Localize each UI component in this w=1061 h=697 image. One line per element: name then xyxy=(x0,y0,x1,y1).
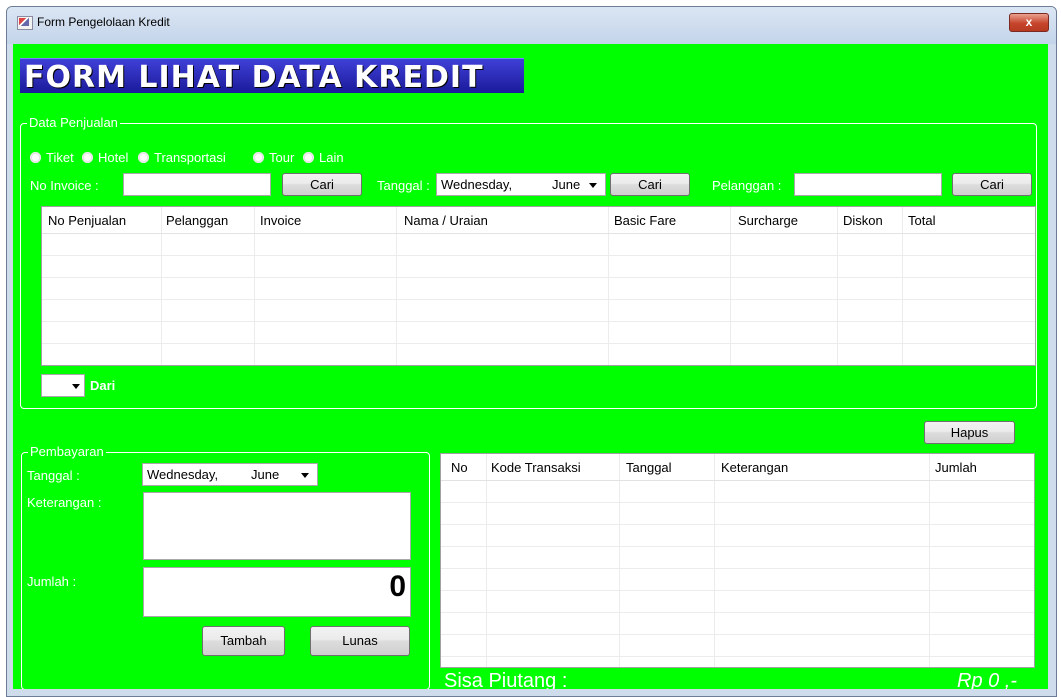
chevron-down-icon[interactable] xyxy=(301,473,309,478)
date-month-text: June xyxy=(251,467,280,482)
column-header[interactable]: Keterangan xyxy=(721,460,788,475)
radio-label: Lain xyxy=(319,150,344,165)
jumlah-input[interactable]: 0 xyxy=(143,567,411,617)
date-day-text: Wednesday, xyxy=(147,467,219,482)
app-icon xyxy=(17,16,33,30)
jumlah-value: 0 xyxy=(389,570,406,603)
column-header[interactable]: Jumlah xyxy=(935,460,977,475)
radio-transportasi[interactable]: Transportasi xyxy=(138,150,226,165)
transaksi-table-header: No Kode Transaksi Tanggal Keterangan Jum… xyxy=(441,454,1034,481)
column-header[interactable]: No xyxy=(451,460,468,475)
radio-label: Hotel xyxy=(98,150,129,165)
column-header[interactable]: Diskon xyxy=(843,213,883,228)
radio-label: Tiket xyxy=(46,150,74,165)
radio-dot-icon xyxy=(30,152,41,163)
form-client-area: FORM LIHAT DATA KREDIT Data Penjualan Ti… xyxy=(13,44,1048,689)
radio-dot-icon xyxy=(253,152,264,163)
radio-dot-icon xyxy=(82,152,93,163)
radio-dot-icon xyxy=(138,152,149,163)
transaksi-table[interactable]: No Kode Transaksi Tanggal Keterangan Jum… xyxy=(440,453,1035,668)
pembayaran-tanggal-label: Tanggal : xyxy=(27,468,80,483)
data-penjualan-legend: Data Penjualan xyxy=(27,115,120,130)
tambah-button[interactable]: Tambah xyxy=(202,626,285,656)
dari-dropdown[interactable] xyxy=(41,374,85,397)
cari-invoice-button[interactable]: Cari xyxy=(282,173,362,196)
window-title: Form Pengelolaan Kredit xyxy=(37,15,170,29)
keterangan-textarea[interactable] xyxy=(143,492,411,560)
radio-tiket[interactable]: Tiket xyxy=(30,150,74,165)
keterangan-label: Keterangan : xyxy=(27,495,102,510)
radio-label: Tour xyxy=(269,150,295,165)
penjualan-table[interactable]: No Penjualan Pelanggan Invoice Nama / Ur… xyxy=(41,206,1036,366)
app-window: Form Pengelolaan Kredit x FORM LIHAT DAT… xyxy=(6,6,1057,697)
chevron-down-icon xyxy=(72,384,80,389)
column-header[interactable]: Basic Fare xyxy=(614,213,676,228)
radio-hotel[interactable]: Hotel xyxy=(82,150,128,165)
cari-pelanggan-button[interactable]: Cari xyxy=(952,173,1032,196)
form-banner: FORM LIHAT DATA KREDIT xyxy=(20,58,524,95)
column-header[interactable]: Nama / Uraian xyxy=(404,213,488,228)
column-header[interactable]: Surcharge xyxy=(738,213,798,228)
no-invoice-input[interactable] xyxy=(123,173,271,196)
column-header[interactable]: Invoice xyxy=(260,213,301,228)
pembayaran-legend: Pembayaran xyxy=(28,444,106,459)
column-header[interactable]: No Penjualan xyxy=(48,213,126,228)
radio-tour[interactable]: Tour xyxy=(253,150,294,165)
sisa-piutang-value: Rp 0 ,- xyxy=(957,670,1018,689)
close-button[interactable]: x xyxy=(1009,13,1049,32)
jumlah-label: Jumlah : xyxy=(27,574,77,589)
title-bar: Form Pengelolaan Kredit x xyxy=(7,7,1056,44)
column-header[interactable]: Pelanggan xyxy=(166,213,228,228)
tanggal-label: Tanggal : xyxy=(377,178,430,193)
penjualan-table-header: No Penjualan Pelanggan Invoice Nama / Ur… xyxy=(42,207,1035,234)
pelanggan-input[interactable] xyxy=(794,173,942,196)
radio-lain[interactable]: Lain xyxy=(303,150,344,165)
pembayaran-date-picker[interactable]: Wednesday, June xyxy=(142,463,318,486)
radio-label: Transportasi xyxy=(154,150,226,165)
chevron-down-icon[interactable] xyxy=(589,183,597,188)
no-invoice-label: No Invoice : xyxy=(30,178,99,193)
radio-dot-icon xyxy=(303,152,314,163)
column-header[interactable]: Tanggal xyxy=(626,460,672,475)
lunas-button[interactable]: Lunas xyxy=(310,626,410,656)
hapus-button[interactable]: Hapus xyxy=(924,421,1015,444)
banner-title: FORM LIHAT DATA KREDIT xyxy=(24,60,484,95)
column-header[interactable]: Total xyxy=(908,213,935,228)
column-header[interactable]: Kode Transaksi xyxy=(491,460,581,475)
pelanggan-label: Pelanggan : xyxy=(712,178,782,193)
cari-tanggal-button[interactable]: Cari xyxy=(610,173,690,196)
tanggal-date-picker[interactable]: Wednesday, June xyxy=(436,173,606,196)
date-day-text: Wednesday, xyxy=(441,177,513,192)
date-month-text: June xyxy=(552,177,581,192)
dari-label: Dari xyxy=(90,378,116,393)
sisa-piutang-label: Sisa Piutang : xyxy=(444,670,568,689)
